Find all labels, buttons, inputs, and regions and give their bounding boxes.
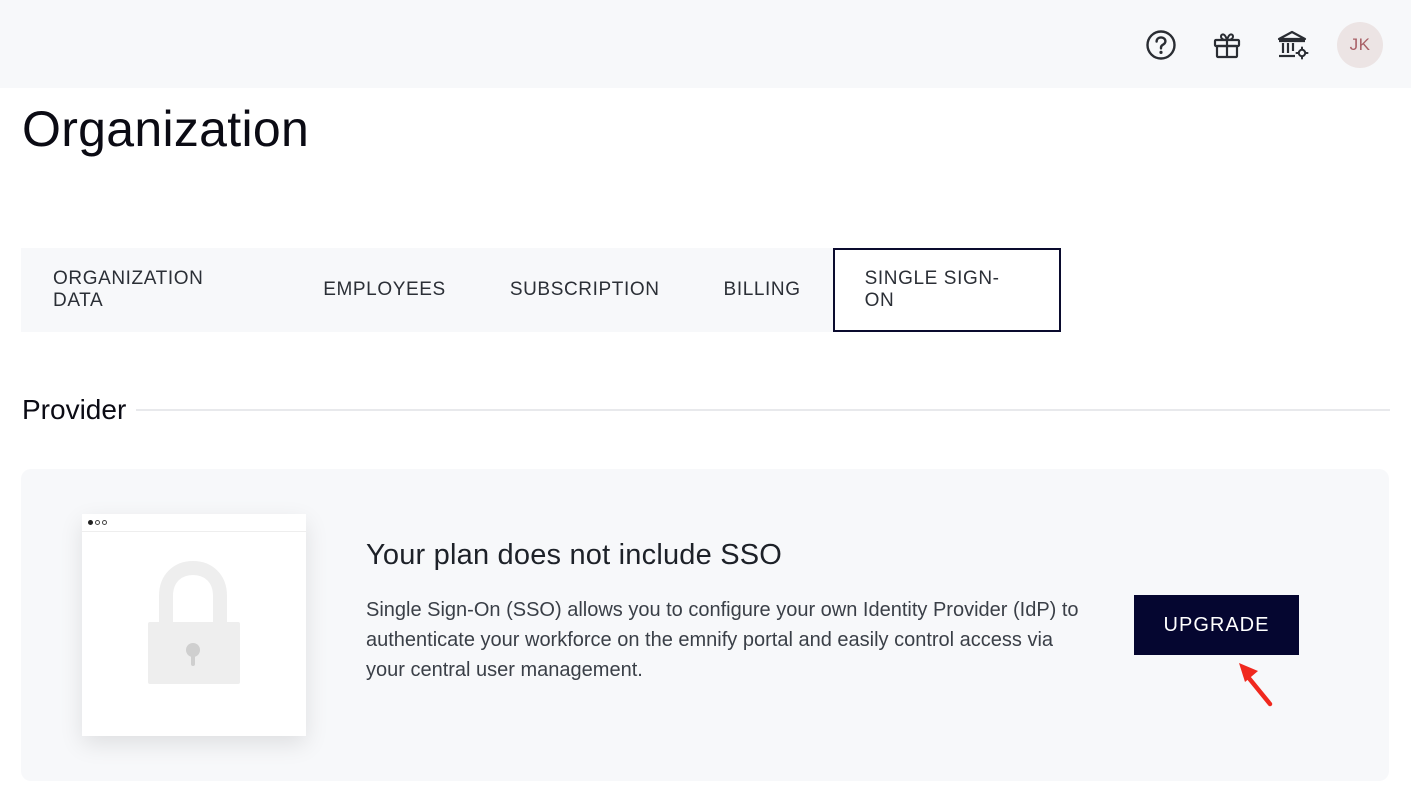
- tab-billing[interactable]: BILLING: [692, 248, 833, 332]
- tab-subscription[interactable]: SUBSCRIPTION: [478, 248, 692, 332]
- window-dot-icon: [102, 520, 107, 525]
- section-header: Provider: [22, 390, 1390, 430]
- top-bar: JK: [0, 0, 1411, 88]
- window-dot-icon: [95, 520, 100, 525]
- annotation-arrow-icon: [1239, 663, 1273, 707]
- tab-label: EMPLOYEES: [323, 279, 446, 300]
- tab-label: SUBSCRIPTION: [509, 279, 660, 300]
- tab-label: ORGANIZATION DATA: [53, 268, 204, 311]
- tab-label: SINGLE SIGN-ON: [864, 268, 1000, 311]
- card-description: Single Sign-On (SSO) allows you to confi…: [366, 599, 1079, 681]
- top-bar-actions: JK: [1117, 22, 1383, 68]
- tab-organization-data[interactable]: ORGANIZATION DATA: [21, 248, 291, 332]
- window-dot-icon: [88, 520, 93, 525]
- locked-window-illustration: [82, 514, 306, 736]
- gift-icon[interactable]: [1205, 23, 1249, 67]
- sso-upgrade-card: Your plan does not include SSO Single Si…: [21, 469, 1389, 781]
- tab-bar: ORGANIZATION DATA EMPLOYEES SUBSCRIPTION…: [21, 248, 1061, 332]
- avatar-initials: JK: [1349, 35, 1371, 54]
- page-title: Organization: [22, 101, 310, 157]
- avatar[interactable]: JK: [1337, 22, 1383, 68]
- help-icon[interactable]: [1139, 23, 1183, 67]
- window-title-bar: [82, 514, 306, 532]
- lock-icon: [148, 560, 240, 684]
- section-divider: [136, 409, 1390, 411]
- tab-label: BILLING: [723, 279, 801, 300]
- bank-settings-icon[interactable]: [1271, 23, 1315, 67]
- section-title: Provider: [22, 394, 127, 425]
- upgrade-button[interactable]: UPGRADE: [1134, 595, 1299, 655]
- tab-employees[interactable]: EMPLOYEES: [291, 248, 478, 332]
- tab-single-sign-on[interactable]: SINGLE SIGN-ON: [832, 248, 1061, 332]
- card-heading: Your plan does not include SSO: [366, 539, 783, 571]
